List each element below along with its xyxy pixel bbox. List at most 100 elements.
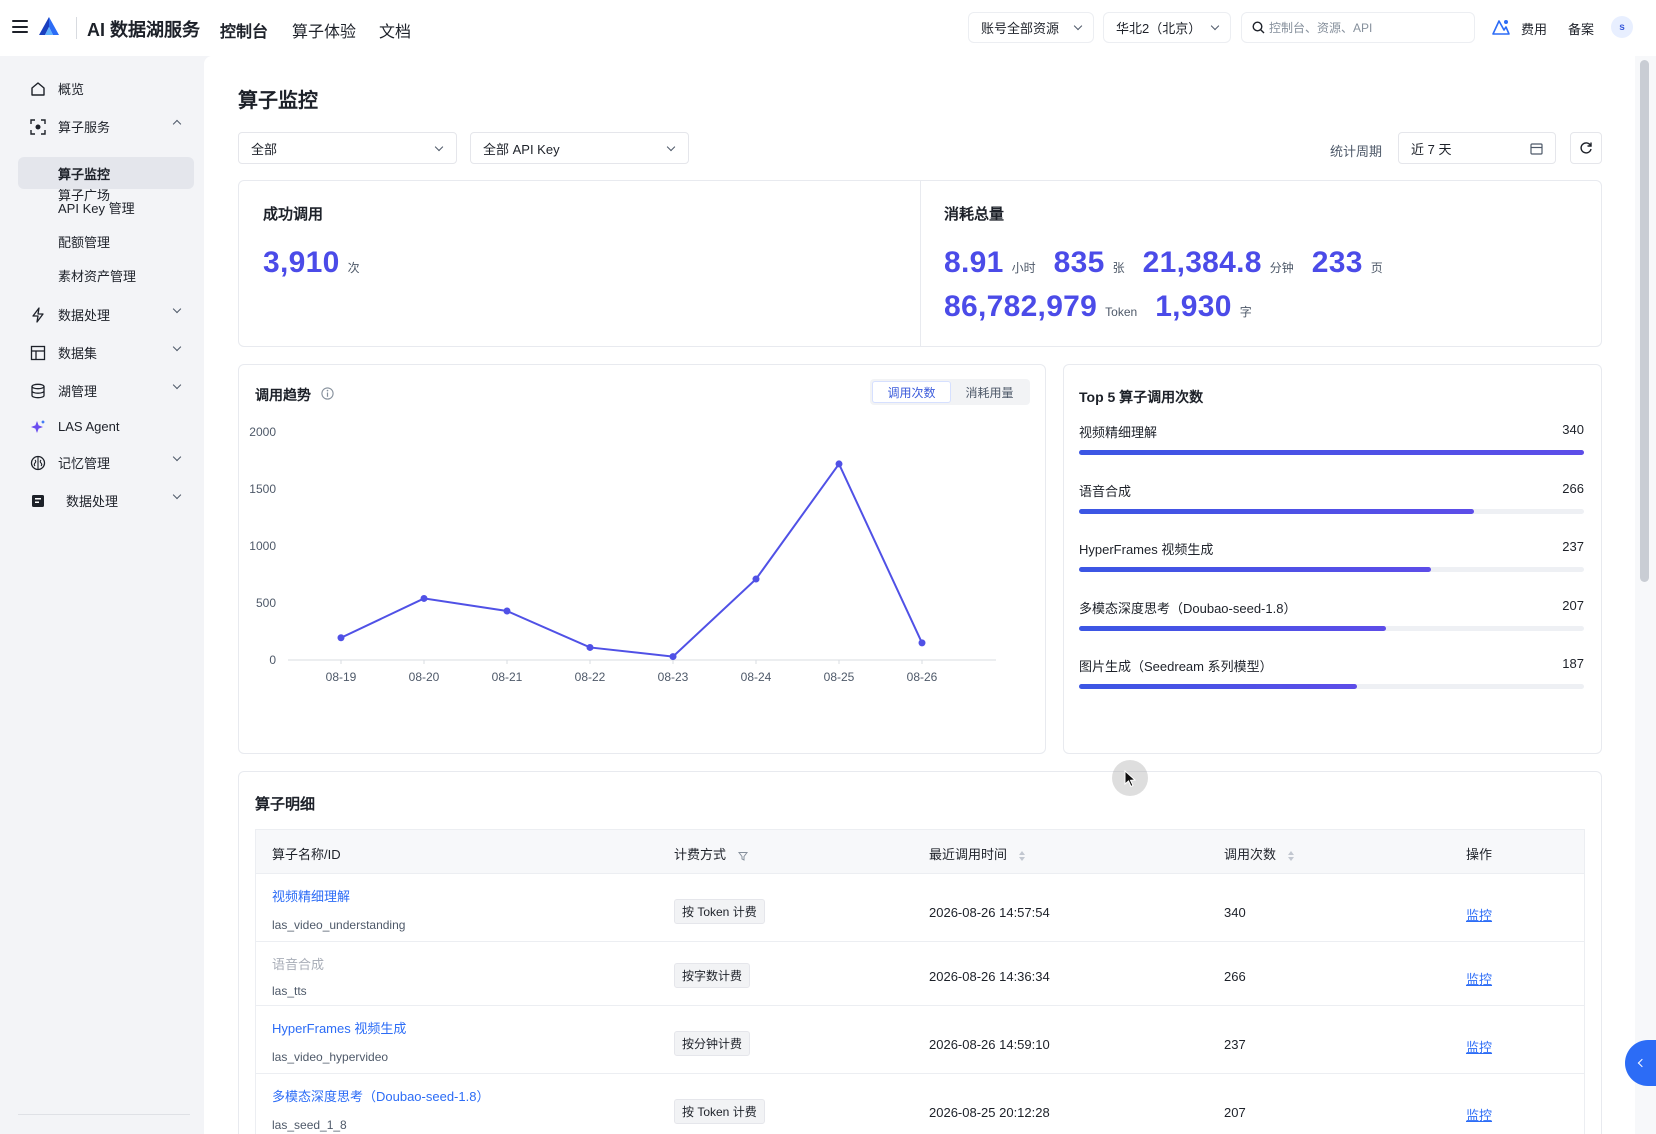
period-date-picker[interactable]: 近 7 天 bbox=[1398, 132, 1556, 164]
monitor-link[interactable]: 监控 bbox=[1466, 969, 1492, 988]
nav-operator-experience[interactable]: 算子体验 bbox=[292, 18, 356, 42]
top5-operator-name: 视频精细理解 bbox=[1079, 425, 1158, 440]
operator-detail-table: 算子名称/ID 计费方式 最近调用时间 调用次数 操作 视频精细理解 las_vi… bbox=[255, 829, 1585, 1134]
sidebar-item-las-agent[interactable]: LAS Agent bbox=[18, 410, 194, 442]
refresh-button[interactable] bbox=[1570, 132, 1602, 164]
data-point[interactable] bbox=[752, 575, 760, 583]
trend-line-chart: 0 500 1000 1500 2000 08-19 08-20 08-21 08-22 08-2… bbox=[249, 425, 996, 684]
divider bbox=[18, 1114, 190, 1115]
column-header-count[interactable]: 调用次数 bbox=[1224, 844, 1294, 863]
consumption-row-2: 86,782,979 Token 1,930 字 bbox=[944, 290, 1270, 324]
global-search[interactable] bbox=[1241, 12, 1475, 43]
operator-filter-select[interactable]: 全部 bbox=[238, 132, 457, 164]
sidebar-subitem-quota[interactable]: 配额管理 bbox=[18, 225, 194, 257]
avatar[interactable]: s bbox=[1611, 16, 1633, 38]
account-scope-select[interactable]: 账号全部资源 bbox=[968, 12, 1094, 43]
sidebar-item-operator-service[interactable]: 算子服务 bbox=[18, 110, 194, 142]
tab-consumption[interactable]: 消耗用量 bbox=[951, 381, 1028, 403]
sidebar-item-lake-management[interactable]: 湖管理 bbox=[18, 374, 194, 406]
consumption-row-1: 8.91 小时 835 张 21,384.8 分钟 233 页 bbox=[944, 246, 1401, 280]
billing-link[interactable]: 费用 bbox=[1521, 19, 1547, 38]
sidebar-subitem-api-key[interactable]: API Key 管理 bbox=[18, 191, 194, 223]
success-calls-unit: 次 bbox=[347, 261, 360, 275]
operator-name-link[interactable]: 视频精细理解 bbox=[272, 886, 350, 905]
data-point[interactable] bbox=[918, 639, 926, 647]
top5-progress-track bbox=[1079, 450, 1584, 455]
consumption-unit: Token bbox=[1105, 305, 1138, 319]
top5-operator-count: 237 bbox=[1562, 539, 1584, 554]
nav-docs[interactable]: 文档 bbox=[379, 18, 411, 42]
assistant-icon[interactable] bbox=[1491, 18, 1511, 36]
sidebar-item-overview[interactable]: 概览 bbox=[18, 72, 194, 104]
data-point[interactable] bbox=[669, 653, 677, 661]
sidebar-item-data-processing[interactable]: 数据处理 bbox=[18, 298, 194, 330]
consumption-value: 86,782,979 bbox=[944, 290, 1098, 323]
filter-icon[interactable] bbox=[737, 851, 748, 861]
consumption-value: 21,384.8 bbox=[1142, 246, 1262, 279]
sidebar-item-memory[interactable]: 记忆管理 bbox=[18, 446, 194, 478]
apikey-filter-select[interactable]: 全部 API Key bbox=[470, 132, 689, 164]
divider bbox=[76, 17, 77, 39]
nav-console[interactable]: 控制台 bbox=[220, 18, 268, 42]
data-point[interactable] bbox=[835, 460, 843, 468]
sort-icon[interactable] bbox=[1287, 850, 1294, 861]
top5-bar-item: 视频精细理解 340 bbox=[1079, 422, 1584, 458]
top5-operator-count: 340 bbox=[1562, 422, 1584, 437]
filing-link[interactable]: 备案 bbox=[1568, 19, 1594, 38]
sidebar-item-data-processing-2[interactable]: 数据处理 bbox=[18, 484, 194, 516]
operator-id: las_video_hypervideo bbox=[272, 1050, 389, 1064]
top5-progress-fill bbox=[1079, 684, 1357, 689]
top5-operator-name: 图片生成（Seedream 系列模型） bbox=[1079, 659, 1273, 674]
tab-call-count[interactable]: 调用次数 bbox=[872, 381, 951, 403]
top-bar: AI 数据湖服务 控制台 算子体验 文档 账号全部资源 华北2（北京） 费用 备… bbox=[0, 0, 1656, 56]
calendar-icon bbox=[1530, 143, 1543, 155]
hamburger-menu-icon[interactable] bbox=[12, 20, 28, 33]
top5-operator-count: 207 bbox=[1562, 597, 1584, 613]
top5-progress-track bbox=[1079, 684, 1584, 689]
search-input[interactable] bbox=[1269, 20, 1459, 35]
operator-name-link[interactable]: 多模态深度思考（Doubao-seed-1.8） bbox=[272, 1086, 489, 1105]
sidebar-item-datasets[interactable]: 数据集 bbox=[18, 336, 194, 368]
call-count: 207 bbox=[1224, 1105, 1246, 1120]
data-point[interactable] bbox=[337, 634, 345, 642]
top5-progress-track bbox=[1079, 508, 1584, 514]
column-header-action: 操作 bbox=[1466, 847, 1493, 862]
detail-title: 算子明细 bbox=[255, 796, 316, 813]
data-point[interactable] bbox=[420, 594, 428, 602]
last-call-time: 2026-08-26 14:36:34 bbox=[929, 969, 1050, 984]
sort-icon[interactable] bbox=[1018, 850, 1025, 861]
x-tick-label: 08-24 bbox=[741, 670, 772, 684]
region-select[interactable]: 华北2（北京） bbox=[1103, 12, 1231, 43]
consumption-unit: 字 bbox=[1239, 305, 1252, 319]
consumption-value: 835 bbox=[1053, 246, 1105, 279]
chevron-up-icon bbox=[172, 119, 182, 129]
monitor-link[interactable]: 监控 bbox=[1466, 1037, 1492, 1056]
data-point[interactable] bbox=[503, 607, 511, 615]
sidebar-subitem-operator-monitor[interactable]: 算子监控 bbox=[18, 157, 194, 189]
sparkle-icon bbox=[31, 420, 45, 433]
top5-operator-name: 多模态深度思考（Doubao-seed-1.8） bbox=[1079, 600, 1297, 616]
home-icon bbox=[31, 82, 45, 96]
sidebar-subitem-assets[interactable]: 素材资产管理 bbox=[18, 259, 194, 291]
column-header-last-call[interactable]: 最近调用时间 bbox=[929, 844, 1025, 863]
monitor-link[interactable]: 监控 bbox=[1466, 1105, 1492, 1124]
top5-progress-fill bbox=[1079, 450, 1584, 455]
data-point[interactable] bbox=[586, 643, 594, 651]
sidebar-item-label: 数据集 bbox=[58, 345, 98, 361]
top5-progress-track bbox=[1079, 625, 1584, 631]
brand-title[interactable]: AI 数据湖服务 bbox=[87, 16, 200, 42]
top5-operator-name: HyperFrames 视频生成 bbox=[1079, 542, 1214, 557]
scrollbar-thumb[interactable] bbox=[1640, 60, 1649, 582]
brand-logo-icon[interactable] bbox=[38, 16, 60, 36]
operator-filter-value: 全部 bbox=[251, 141, 278, 157]
operator-id: las_video_understanding bbox=[272, 918, 406, 932]
column-header-billing[interactable]: 计费方式 bbox=[674, 844, 748, 863]
consumption-unit: 页 bbox=[1370, 261, 1383, 275]
chevron-down-icon bbox=[172, 304, 182, 314]
info-icon[interactable] bbox=[321, 387, 334, 400]
monitor-link[interactable]: 监控 bbox=[1466, 905, 1492, 924]
operator-name-link[interactable]: HyperFrames 视频生成 bbox=[272, 1018, 406, 1037]
divider bbox=[920, 181, 921, 346]
operator-id: las_seed_1_8 bbox=[272, 1118, 347, 1132]
sidebar-item-label: 概览 bbox=[58, 81, 85, 97]
